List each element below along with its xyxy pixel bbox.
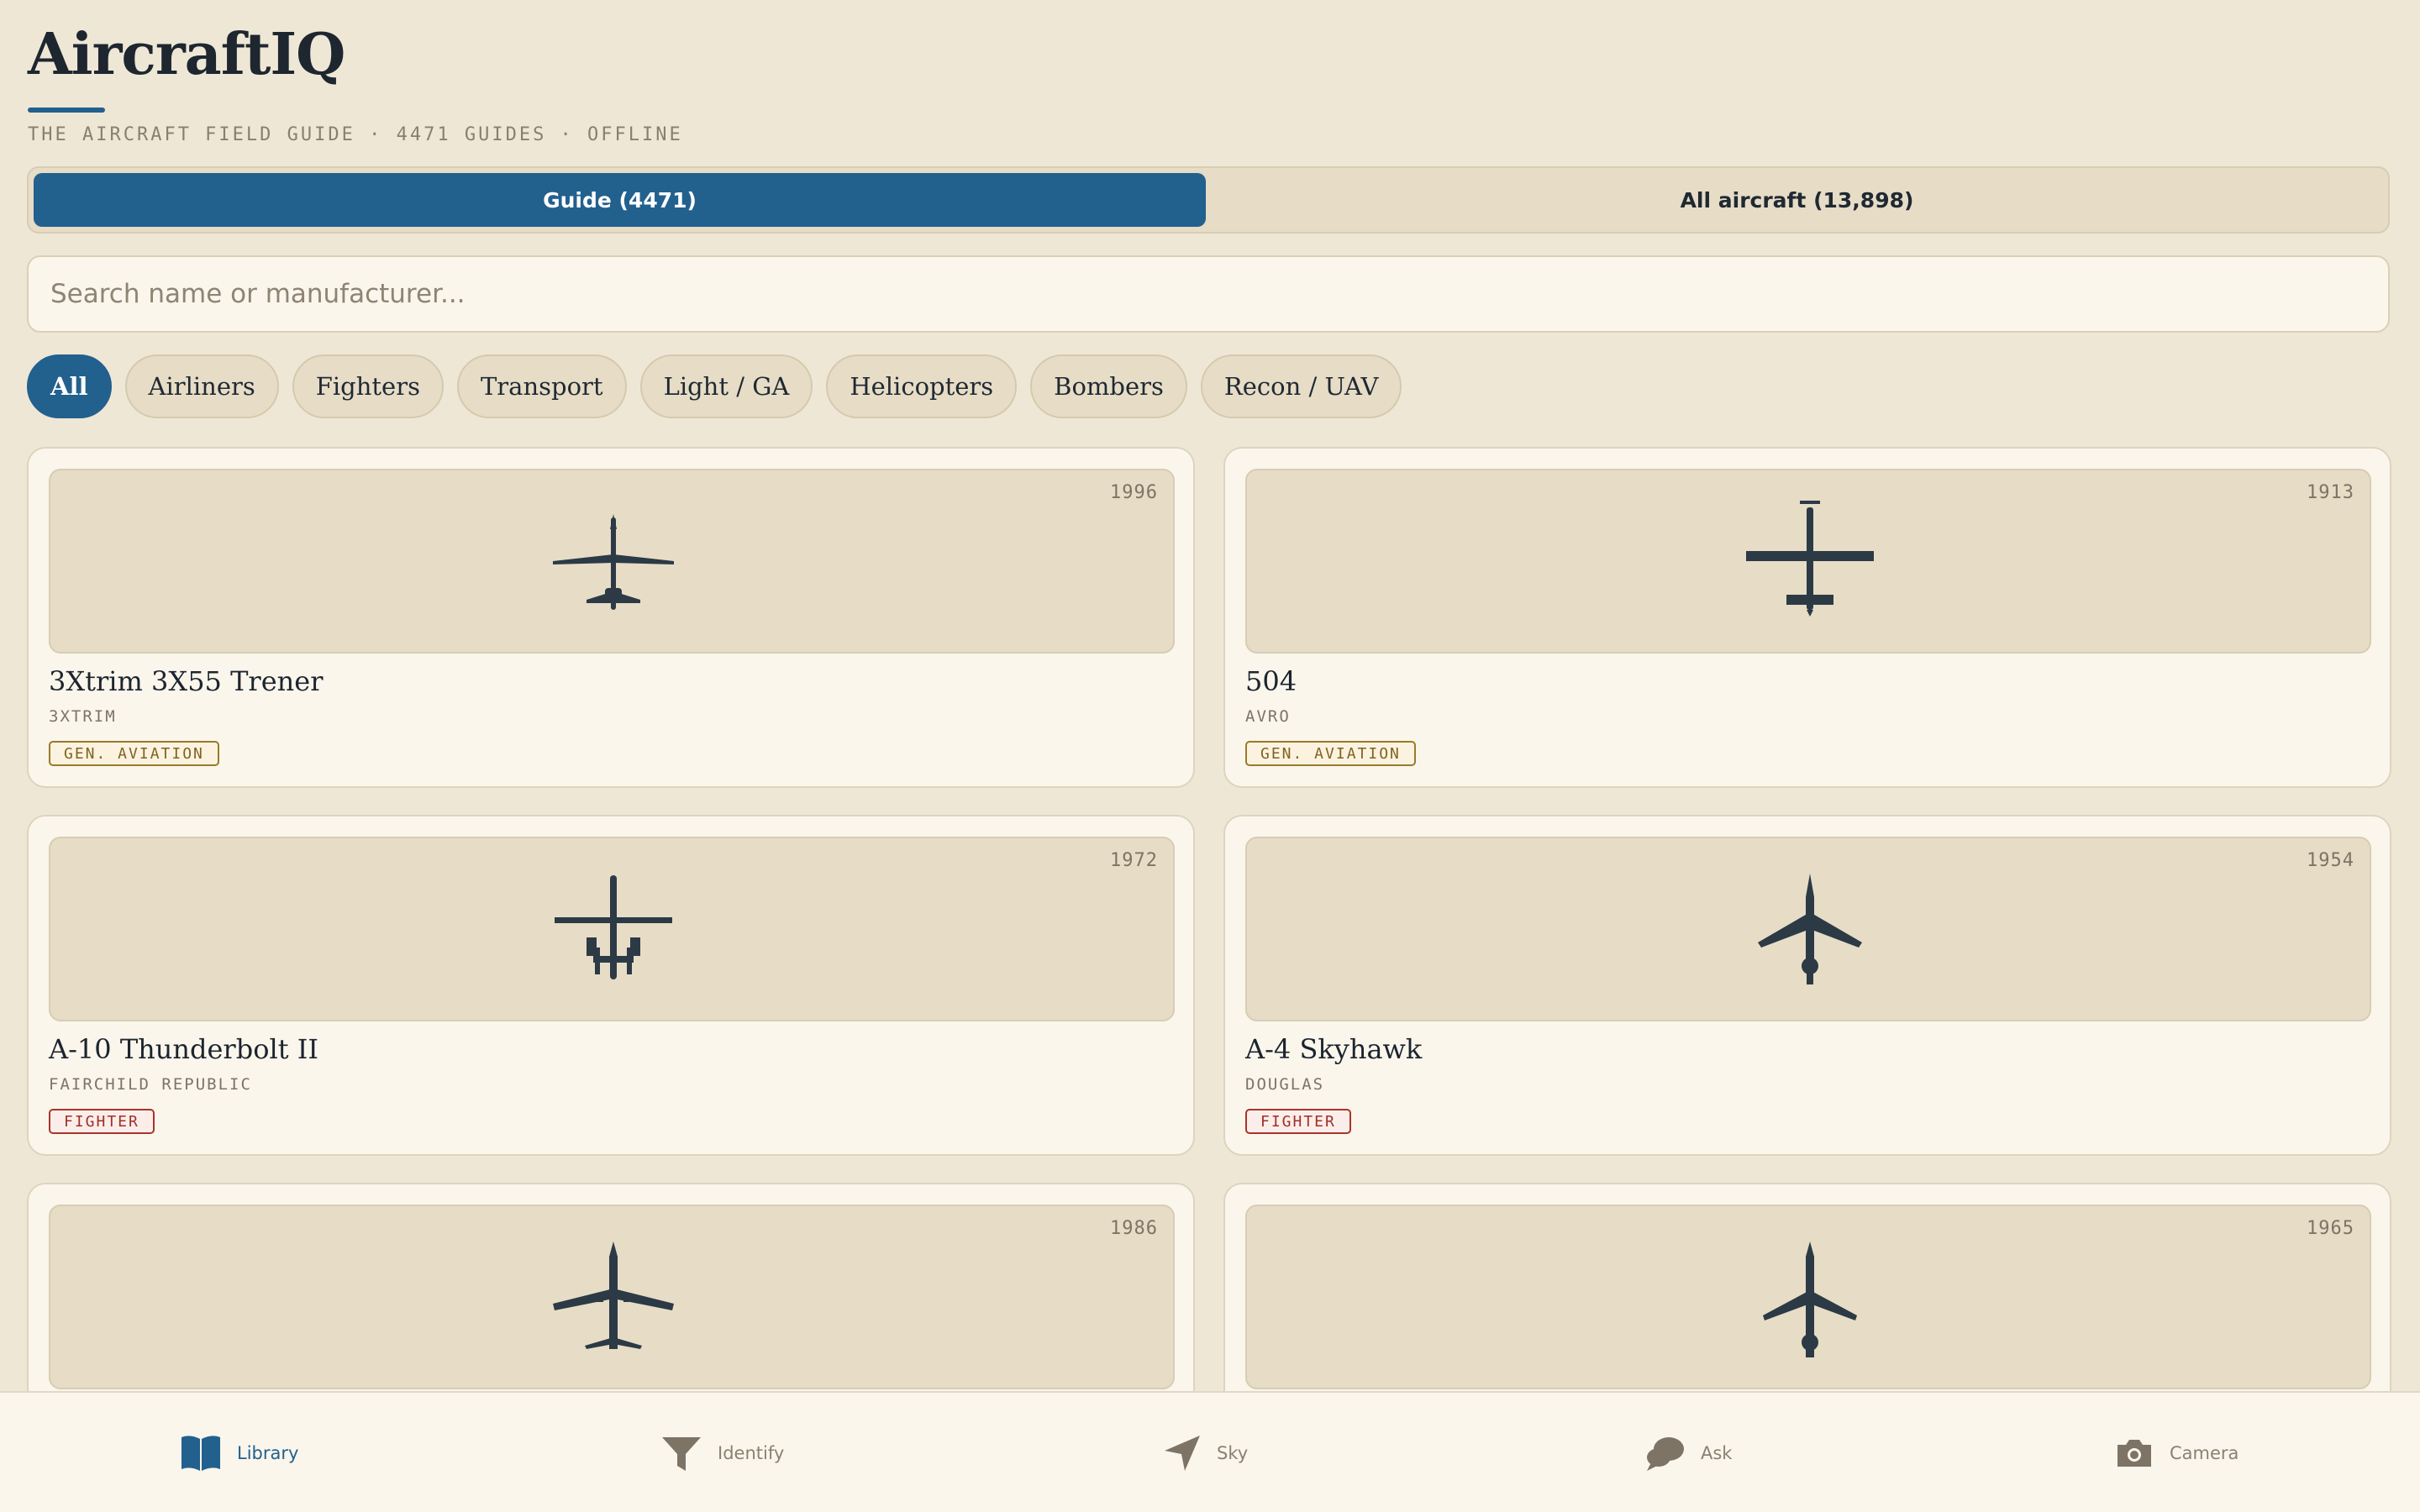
airliner-icon <box>553 1242 674 1349</box>
year-label: 1986 <box>1110 1218 1158 1239</box>
aircraft-manufacturer: DOUGLAS <box>1245 1075 1325 1094</box>
aircraft-manufacturer: AVRO <box>1245 707 1291 726</box>
nav-label: Ask <box>1701 1443 1733 1463</box>
book-icon <box>182 1436 220 1471</box>
all-aircraft-tab[interactable]: All aircraft (13,898) <box>1211 173 2383 227</box>
aircraft-manufacturer: 3XTRIM <box>49 707 117 726</box>
aircraft-name: 504 <box>1245 665 1297 697</box>
jet-icon <box>1763 1242 1857 1357</box>
filter-chip-recon-uav[interactable]: Recon / UAV <box>1200 354 1402 418</box>
biplane-icon <box>1746 501 1874 617</box>
year-label: 1954 <box>2307 850 2354 871</box>
aircraft-image: 1965 <box>1245 1205 2371 1389</box>
year-label: 1996 <box>1110 482 1158 503</box>
search-bar <box>27 255 2390 333</box>
attack-jet-icon <box>555 875 672 979</box>
aircraft-image: 1996 <box>49 469 1175 654</box>
aircraft-image: 1972 <box>49 837 1175 1021</box>
nav-library[interactable]: Library <box>180 1393 298 1512</box>
year-label: 1913 <box>2307 482 2354 503</box>
aircraft-image: 1954 <box>1245 837 2371 1021</box>
guide-tab[interactable]: Guide (4471) <box>34 173 1206 227</box>
search-input[interactable] <box>49 278 2368 310</box>
year-label: 1972 <box>1110 850 1158 871</box>
filter-chip-fighters[interactable]: Fighters <box>292 354 444 418</box>
nav-label: Library <box>237 1443 299 1463</box>
year-label: 1965 <box>2307 1218 2354 1239</box>
filter-chip-transport[interactable]: Transport <box>456 354 627 418</box>
header: AircraftIQ THE AIRCRAFT FIELD GUIDE · 44… <box>28 18 683 145</box>
category-filters: All Airliners Fighters Transport Light /… <box>27 354 1402 418</box>
nav-label: Identify <box>718 1443 785 1463</box>
aircraft-image: 1913 <box>1245 469 2371 654</box>
filter-chip-bombers[interactable]: Bombers <box>1030 354 1187 418</box>
light-aircraft-icon <box>553 514 674 610</box>
title-underline <box>28 108 105 113</box>
aircraft-image: 1986 <box>49 1205 1175 1389</box>
bottom-nav: Library Identify Sky Ask Camera <box>0 1391 2420 1512</box>
nav-label: Camera <box>2170 1443 2239 1463</box>
aircraft-name: 3Xtrim 3X55 Trener <box>49 665 324 697</box>
filter-icon <box>662 1437 701 1471</box>
nav-identify[interactable]: Identify <box>660 1393 784 1512</box>
swept-jet-icon <box>1758 874 1862 984</box>
library-toggle: Guide (4471) All aircraft (13,898) <box>27 166 2390 234</box>
chat-bubbles-icon <box>1647 1437 1684 1471</box>
aircraft-card[interactable]: 1913 504 AVRO GEN. AVIATION <box>1223 447 2391 788</box>
nav-label: Sky <box>1217 1443 1249 1463</box>
nav-camera[interactable]: Camera <box>2114 1393 2238 1512</box>
filter-chip-airliners[interactable]: Airliners <box>124 354 279 418</box>
filter-chip-helicopters[interactable]: Helicopters <box>826 354 1018 418</box>
category-badge: GEN. AVIATION <box>1245 741 1416 766</box>
app-root: AircraftIQ THE AIRCRAFT FIELD GUIDE · 44… <box>0 0 2420 1512</box>
aircraft-card[interactable]: 1954 A-4 Skyhawk DOUGLAS FIGHTER <box>1223 815 2391 1156</box>
aircraft-name: A-10 Thunderbolt II <box>49 1033 318 1065</box>
nav-sky[interactable]: Sky <box>1163 1393 1248 1512</box>
navigation-arrow-icon <box>1165 1436 1200 1471</box>
app-subtitle: THE AIRCRAFT FIELD GUIDE · 4471 GUIDES ·… <box>28 124 683 145</box>
aircraft-card[interactable]: 1972 A-10 Thunderbolt II FAIRCHILD REPUB… <box>27 815 1195 1156</box>
nav-ask[interactable]: Ask <box>1645 1393 1732 1512</box>
filter-chip-light-ga[interactable]: Light / GA <box>639 354 813 418</box>
camera-icon <box>2118 1440 2151 1467</box>
aircraft-name: A-4 Skyhawk <box>1245 1033 1423 1065</box>
aircraft-manufacturer: FAIRCHILD REPUBLIC <box>49 1075 252 1094</box>
filter-chip-all[interactable]: All <box>27 354 112 418</box>
app-title: AircraftIQ <box>28 21 345 88</box>
category-badge: FIGHTER <box>49 1109 155 1134</box>
category-badge: FIGHTER <box>1245 1109 1351 1134</box>
aircraft-card[interactable]: 1996 3Xtrim 3X55 Trener 3XTRIM GEN. AVIA… <box>27 447 1195 788</box>
category-badge: GEN. AVIATION <box>49 741 219 766</box>
